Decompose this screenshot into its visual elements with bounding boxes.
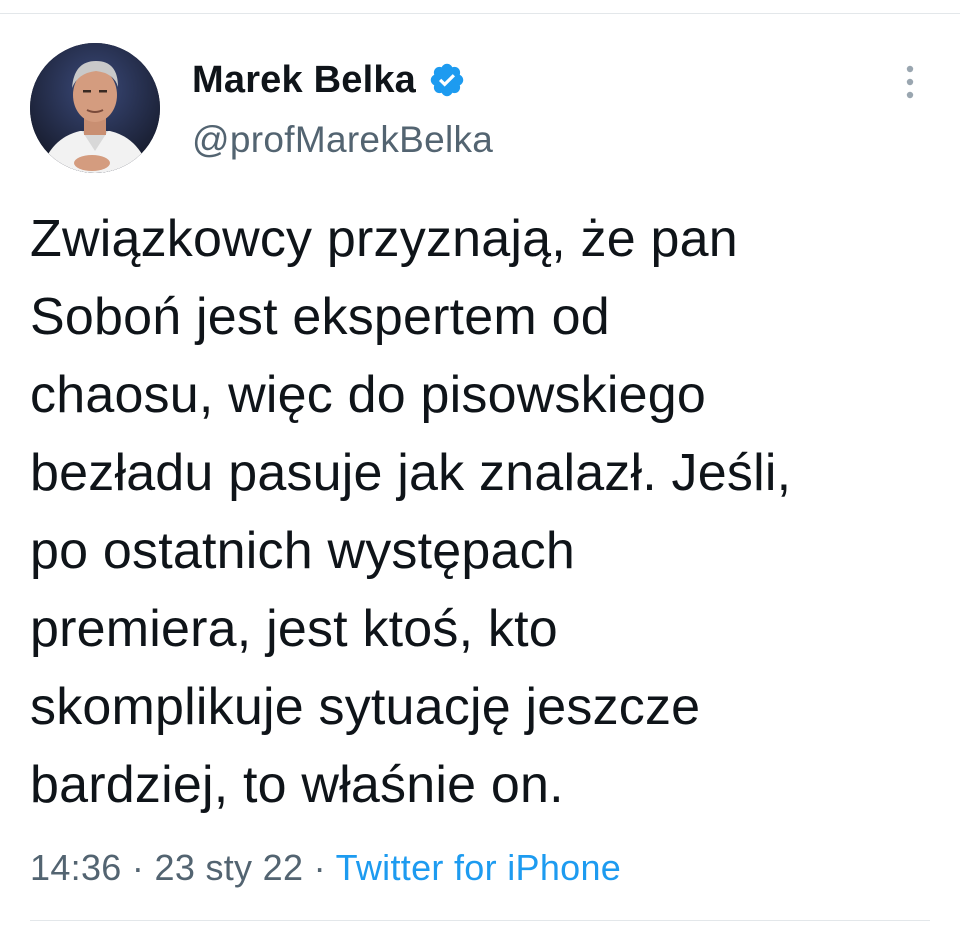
verified-badge-icon <box>428 61 466 99</box>
tweet-text-line: bardziej, to właśnie on. <box>30 756 564 814</box>
tweet-text-line: skomplikuje sytuację jeszcze <box>30 678 701 736</box>
tweet-metadata: 14:36 · 23 sty 22 · Twitter for iPhone <box>30 846 621 890</box>
tweet-text-line: po ostatnich występach <box>30 522 575 580</box>
meta-separator: · <box>313 847 326 888</box>
more-vertical-icon[interactable] <box>890 60 930 104</box>
tweet-source-link[interactable]: Twitter for iPhone <box>336 847 622 888</box>
author-handle[interactable]: @profMarekBelka <box>192 118 493 162</box>
tweet-text-line: premiera, jest ktoś, kto <box>30 600 558 658</box>
tweet-text-line: bezładu pasuje jak znalazł. Jeśli, <box>30 444 792 502</box>
tweet-text-line: chaosu, więc do pisowskiego <box>30 366 706 424</box>
tweet-text-line: Soboń jest ekspertem od <box>30 288 610 346</box>
author-display-name[interactable]: Marek Belka <box>192 58 466 102</box>
meta-separator: · <box>131 847 145 888</box>
bottom-divider <box>30 920 930 921</box>
tweet-text: Związkowcy przyznają, że pan Soboń jest … <box>30 200 940 824</box>
author-name-text[interactable]: Marek Belka <box>192 58 416 102</box>
tweet-date[interactable]: 23 sty 22 <box>155 847 304 888</box>
tweet-text-line: Związkowcy przyznają, że pan <box>30 210 738 268</box>
tweet-time[interactable]: 14:36 <box>30 847 122 888</box>
avatar-photo <box>30 43 160 173</box>
avatar[interactable] <box>30 43 160 173</box>
top-divider <box>0 0 960 14</box>
